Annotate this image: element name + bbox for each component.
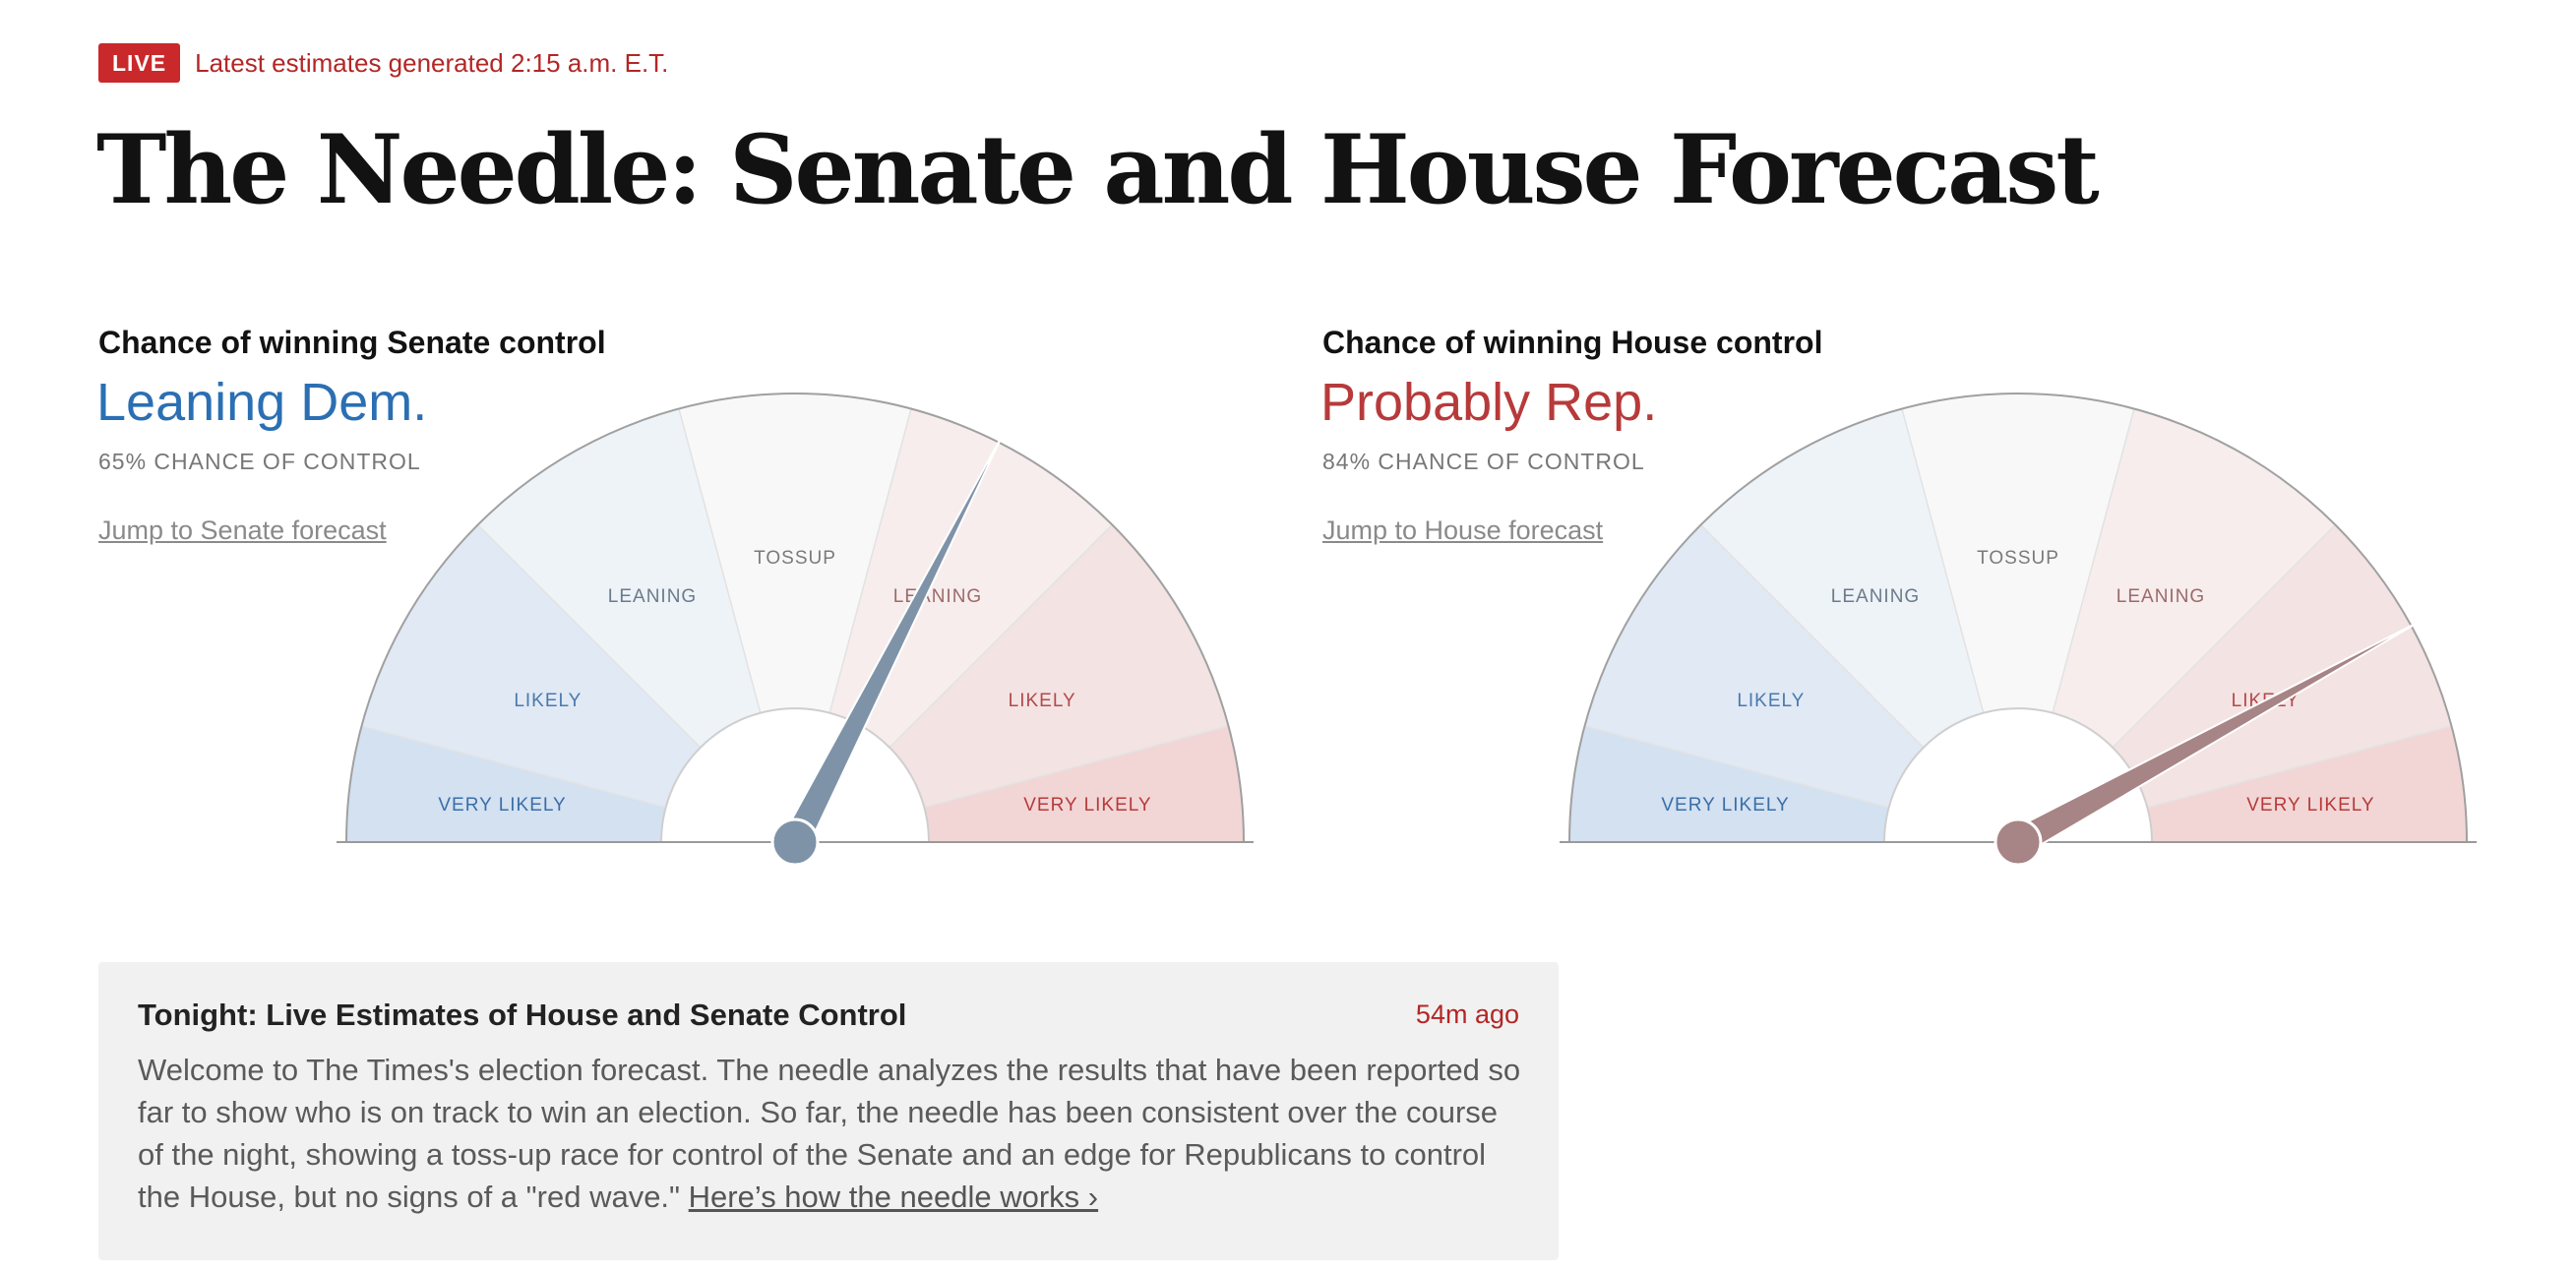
- gauge-label-leaning-dem: LEANING: [608, 586, 697, 607]
- live-timestamp: Latest estimates generated 2:15 a.m. E.T…: [195, 47, 669, 78]
- gauge-label-very-likely-rep: VERY LIKELY: [1023, 795, 1151, 816]
- summary-title: Tonight: Live Estimates of House and Sen…: [138, 998, 907, 1032]
- house-needle-gauge: VERY LIKELYLIKELYLEANINGTOSSUPLEANINGLIK…: [1560, 393, 2477, 867]
- gauge-label-leaning-rep: LEANING: [893, 586, 982, 607]
- gauge-needle-hub: [770, 817, 820, 867]
- senate-needle-gauge: VERY LIKELY LIKELY LEANING TOSSUP LEANING LIK…: [337, 393, 1254, 867]
- gauge-needle-hub: [1993, 817, 2043, 867]
- gauge-label-tossup: TOSSUP: [1977, 548, 2059, 569]
- gauge-label-likely-dem: LIKELY: [514, 691, 582, 711]
- gauge-label-very-likely-dem: VERY LIKELY: [1661, 795, 1789, 816]
- page-title: The Needle: Senate and House Forecast: [96, 114, 2100, 225]
- gauge-label-leaning-dem: LEANING: [1831, 586, 1920, 607]
- summary-card: Tonight: Live Estimates of House and Sen…: [98, 962, 1559, 1260]
- gauge-label-tossup: TOSSUP: [754, 548, 836, 569]
- gauge-label-likely-dem: LIKELY: [1737, 691, 1805, 711]
- live-status-row: LIVE Latest estimates generated 2:15 a.m…: [98, 43, 668, 83]
- house-panel-title: Chance of winning House control: [1322, 325, 1823, 360]
- gauge-label-very-likely-dem: VERY LIKELY: [438, 795, 566, 816]
- gauge-label-likely-rep: LIKELY: [1009, 691, 1076, 711]
- gauge-label-leaning-rep: LEANING: [2116, 586, 2205, 607]
- jump-to-house-link[interactable]: Jump to House forecast: [1322, 515, 1603, 546]
- live-badge: LIVE: [98, 43, 181, 83]
- senate-panel-title: Chance of winning Senate control: [98, 325, 606, 360]
- gauge-label-very-likely-rep: VERY LIKELY: [2246, 795, 2374, 816]
- summary-body: Welcome to The Times's election forecast…: [138, 1049, 1525, 1218]
- how-needle-works-link[interactable]: Here’s how the needle works ›: [689, 1180, 1098, 1214]
- summary-timestamp: 54m ago: [1415, 999, 1519, 1029]
